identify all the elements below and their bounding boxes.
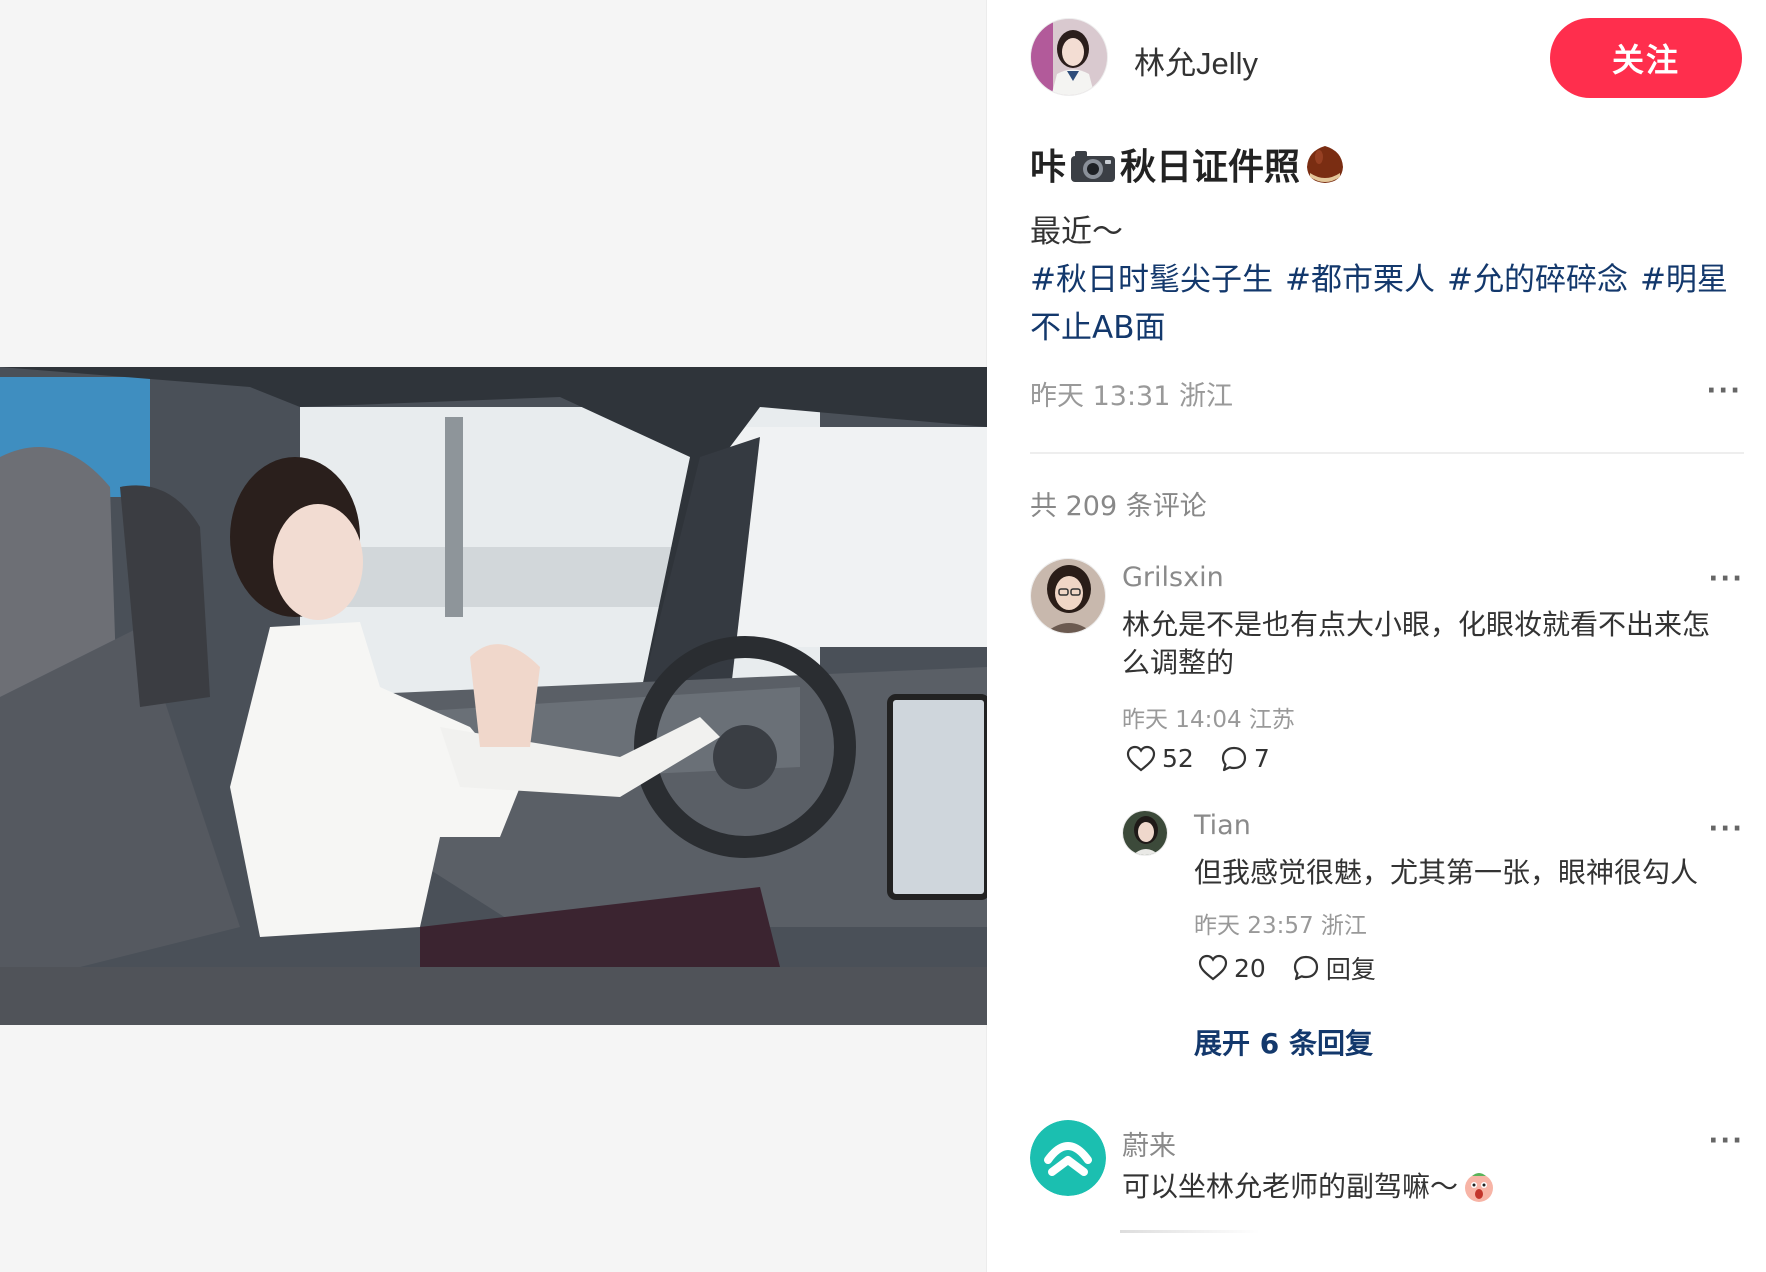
follow-button[interactable]: 关注 [1550,18,1742,98]
comment-count: 共 209 条评论 [1030,491,1207,522]
commenter-avatar-image [1031,559,1105,633]
like-count: 52 [1162,744,1194,773]
replier-name[interactable]: Tian [1194,810,1251,841]
nio-logo-icon [1030,1120,1106,1196]
replier-avatar-image [1123,811,1167,855]
reply-more-button[interactable]: ··· [1708,816,1744,842]
chestnut-icon [1304,143,1346,185]
comment-more-button[interactable]: ··· [1708,566,1744,592]
post-more-button[interactable]: ··· [1706,378,1742,404]
divider [1030,452,1744,454]
note-tags: #秋日时髦尖子生 #都市栗人 #允的碎碎念 #明星不止AB面 [1030,256,1730,352]
tag-link[interactable]: #秋日时髦尖子生 [1030,262,1273,298]
reply-button[interactable]: 7 [1220,744,1270,773]
detail-pane: 林允Jelly 关注 咔 秋日证件照 最近～ #秋日时髦尖子生 #都市栗人 #允… [988,0,1766,1272]
note-body: 最近～ #秋日时髦尖子生 #都市栗人 #允的碎碎念 #明星不止AB面 [1030,208,1730,352]
heart-icon [1126,745,1156,771]
comment-text-row: 可以坐林允老师的副驾嘛～ [1122,1168,1722,1206]
car-interior-photo [0,367,987,1025]
title-prefix: 咔 [1030,147,1067,188]
tag-link[interactable]: #都市栗人 [1285,262,1435,298]
comment-actions: 52 7 [1126,744,1296,773]
comment-bubble-icon [1221,746,1246,771]
title-text: 秋日证件照 [1120,147,1301,188]
author-avatar-image [1031,19,1107,95]
note-title: 咔 秋日证件照 [1030,138,1346,190]
like-count: 20 [1234,953,1266,983]
surprised-face-icon [1462,1170,1496,1204]
author-avatar[interactable] [1030,18,1108,96]
reply-label: 回复 [1325,955,1376,984]
scroll-fade [1120,1230,1260,1233]
comment-more-button[interactable]: ··· [1708,1128,1744,1154]
comment-item: 蔚来 ··· 可以坐林允老师的副驾嘛～ [1030,1120,1744,1230]
like-button[interactable]: 20 [1198,954,1266,983]
media-pane [0,0,987,1272]
comment-text: 可以坐林允老师的副驾嘛～ [1122,1170,1459,1203]
commenter-avatar[interactable] [1030,558,1106,634]
reply-actions: 20 回复 [1198,950,1402,986]
commenter-name[interactable]: 蔚来 [1122,1124,1176,1163]
reply-date-location: 昨天 23:57 浙江 [1194,913,1367,939]
tag-link[interactable]: #允的碎碎念 [1447,262,1628,298]
author-row: 林允Jelly 关注 [1030,18,1742,98]
camera-icon [1070,149,1116,183]
replier-avatar[interactable] [1122,810,1168,856]
author-name[interactable]: 林允Jelly [1134,38,1258,83]
reply-count: 7 [1253,744,1270,773]
comment-text: 林允是不是也有点大小眼，化眼妆就看不出来怎么调整的 [1122,608,1711,679]
reply-item: Tian ··· 但我感觉很魅，尤其第一张，眼神很勾人 昨天 23:57 浙江 … [1122,810,1744,990]
expand-replies-link[interactable]: 展开 6 条回复 [1194,1022,1373,1062]
note-body-text: 最近～ [1030,214,1123,250]
post-date-location: 昨天 13:31 浙江 [1030,381,1233,412]
comment-date-location: 昨天 14:04 江苏 [1122,707,1295,733]
heart-icon [1198,954,1228,981]
reply-button[interactable]: 回复 [1292,950,1376,986]
commenter-avatar[interactable] [1030,1120,1106,1196]
comment-bubble-icon [1293,955,1318,981]
post-photo[interactable] [0,367,987,1025]
like-button[interactable]: 52 [1126,744,1194,773]
commenter-name[interactable]: Grilsxin [1122,562,1224,593]
reply-text: 但我感觉很魅，尤其第一张，眼神很勾人 [1194,856,1699,889]
comment-item: Grilsxin ··· 林允是不是也有点大小眼，化眼妆就看不出来怎么调整的 昨… [1030,558,1744,1078]
